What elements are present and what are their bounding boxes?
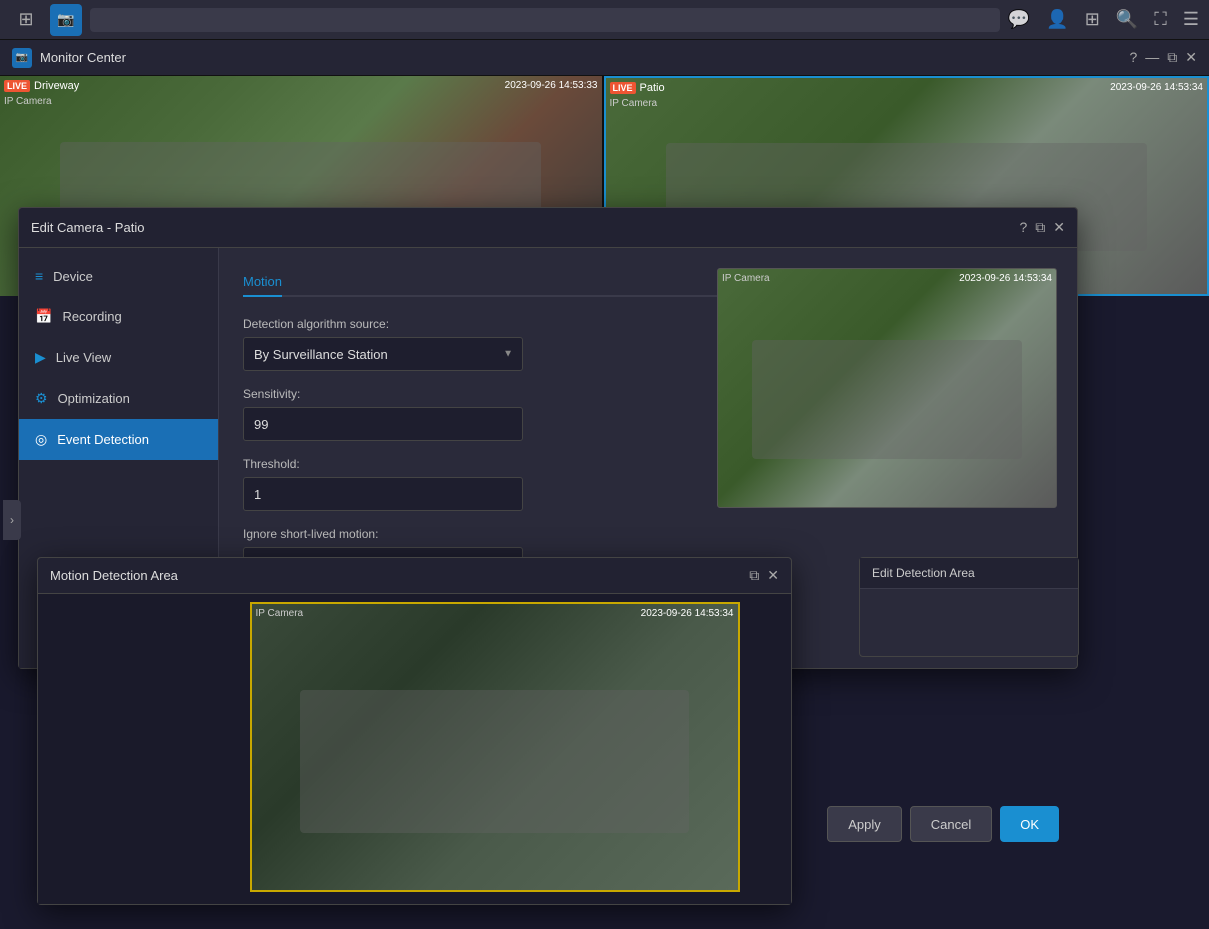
- minimize-button[interactable]: —: [1145, 49, 1159, 66]
- motion-camera-timestamp: 2023-09-26 14:53:34: [641, 608, 734, 619]
- app-icon[interactable]: 📷: [50, 4, 82, 36]
- menu-icon[interactable]: ☰: [1183, 9, 1199, 30]
- edit-dialog-header: Edit Camera - Patio ? ⧉ ✕: [19, 208, 1077, 248]
- window-title: Monitor Center: [40, 50, 1121, 65]
- motion-camera-view: IP Camera 2023-09-26 14:53:34: [250, 602, 740, 892]
- sidebar-item-recording[interactable]: 📅 Recording: [19, 296, 218, 337]
- sidebar-label-optimization: Optimization: [58, 391, 130, 406]
- monitor-center-icon: 📷: [12, 48, 32, 68]
- apply-button[interactable]: Apply: [827, 806, 902, 842]
- dialog-help-button[interactable]: ?: [1019, 219, 1027, 236]
- edit-dialog-title: Edit Camera - Patio: [31, 220, 1019, 235]
- motion-detection-dialog: Motion Detection Area ⧉ ✕ IP Camera 2023…: [37, 557, 792, 905]
- action-buttons: Apply Cancel OK: [827, 806, 1059, 842]
- sidebar-item-live-view[interactable]: ▶ Live View: [19, 337, 218, 378]
- title-bar-controls: ? — ⧉ ✕: [1129, 49, 1197, 66]
- sidebar-item-device[interactable]: ≡ Device: [19, 256, 218, 296]
- device-icon: ≡: [35, 268, 43, 284]
- system-top-bar: ⊞ 📷 💬 👤 ⊞ 🔍 ⛶ ☰: [0, 0, 1209, 40]
- sidebar-item-optimization[interactable]: ⚙ Optimization: [19, 378, 218, 419]
- motion-close-button[interactable]: ✕: [767, 567, 779, 584]
- patio-name: Patio: [640, 82, 665, 94]
- cancel-button[interactable]: Cancel: [910, 806, 992, 842]
- driveway-type: IP Camera: [4, 96, 52, 107]
- motion-dialog-header: Motion Detection Area ⧉ ✕: [38, 558, 791, 594]
- driveway-name: Driveway: [34, 80, 79, 92]
- grid-icon[interactable]: ⊞: [10, 4, 42, 36]
- search-icon[interactable]: 🔍: [1116, 9, 1138, 30]
- expand-arrow[interactable]: ›: [3, 500, 21, 540]
- edit-detection-panel: Edit Detection Area: [859, 557, 1079, 657]
- sidebar-label-live-view: Live View: [56, 350, 111, 365]
- patio-live-badge: LIVE: [610, 82, 636, 94]
- ok-button[interactable]: OK: [1000, 806, 1059, 842]
- sidebar-item-event-detection[interactable]: ◎ Event Detection: [19, 419, 218, 460]
- live-view-icon: ▶: [35, 349, 46, 366]
- close-button[interactable]: ✕: [1185, 49, 1197, 66]
- event-detection-icon: ◎: [35, 431, 47, 448]
- sidebar-label-recording: Recording: [62, 309, 121, 324]
- patio-timestamp: 2023-09-26 14:53:34: [1110, 82, 1203, 93]
- motion-dialog-title: Motion Detection Area: [50, 568, 749, 583]
- detection-algorithm-wrapper: By Surveillance Station ▼: [243, 337, 523, 371]
- motion-dialog-controls: ⧉ ✕: [749, 567, 779, 584]
- ignore-motion-label: Ignore short-lived motion:: [243, 527, 1053, 541]
- driveway-label: LIVE Driveway: [4, 80, 79, 92]
- edit-detection-header: Edit Detection Area: [860, 558, 1078, 589]
- edit-dialog-controls: ? ⧉ ✕: [1019, 219, 1065, 236]
- chat-icon[interactable]: 💬: [1008, 9, 1030, 30]
- dialog-camera-preview: IP Camera 2023-09-26 14:53:34: [717, 268, 1057, 508]
- motion-camera-label: IP Camera: [256, 608, 304, 619]
- optimization-icon: ⚙: [35, 390, 48, 407]
- motion-dialog-body: IP Camera 2023-09-26 14:53:34: [38, 594, 791, 904]
- layout-icon[interactable]: ⊞: [1085, 9, 1100, 30]
- preview-label: IP Camera: [722, 273, 770, 284]
- search-input[interactable]: [90, 8, 1000, 32]
- fullscreen-icon[interactable]: ⛶: [1154, 9, 1167, 30]
- threshold-input[interactable]: [243, 477, 523, 511]
- top-bar-actions: 💬 👤 ⊞ 🔍 ⛶ ☰: [1008, 9, 1199, 30]
- patio-type: IP Camera: [610, 98, 658, 109]
- tab-motion[interactable]: Motion: [243, 268, 282, 297]
- dialog-close-button[interactable]: ✕: [1053, 219, 1065, 236]
- sidebar-label-event-detection: Event Detection: [57, 432, 149, 447]
- patio-label: LIVE Patio: [610, 82, 665, 94]
- dialog-maximize-button[interactable]: ⧉: [1035, 219, 1045, 236]
- sidebar-label-device: Device: [53, 269, 93, 284]
- user-icon[interactable]: 👤: [1046, 9, 1068, 30]
- title-bar: 📷 Monitor Center ? — ⧉ ✕: [0, 40, 1209, 76]
- motion-maximize-button[interactable]: ⧉: [749, 567, 759, 584]
- recording-icon: 📅: [35, 308, 52, 325]
- sensitivity-input[interactable]: [243, 407, 523, 441]
- maximize-button[interactable]: ⧉: [1167, 49, 1177, 66]
- driveway-live-badge: LIVE: [4, 80, 30, 92]
- help-button[interactable]: ?: [1129, 49, 1137, 66]
- preview-timestamp: 2023-09-26 14:53:34: [959, 273, 1052, 284]
- driveway-timestamp: 2023-09-26 14:53:33: [505, 80, 598, 91]
- detection-algorithm-select[interactable]: By Surveillance Station: [243, 337, 523, 371]
